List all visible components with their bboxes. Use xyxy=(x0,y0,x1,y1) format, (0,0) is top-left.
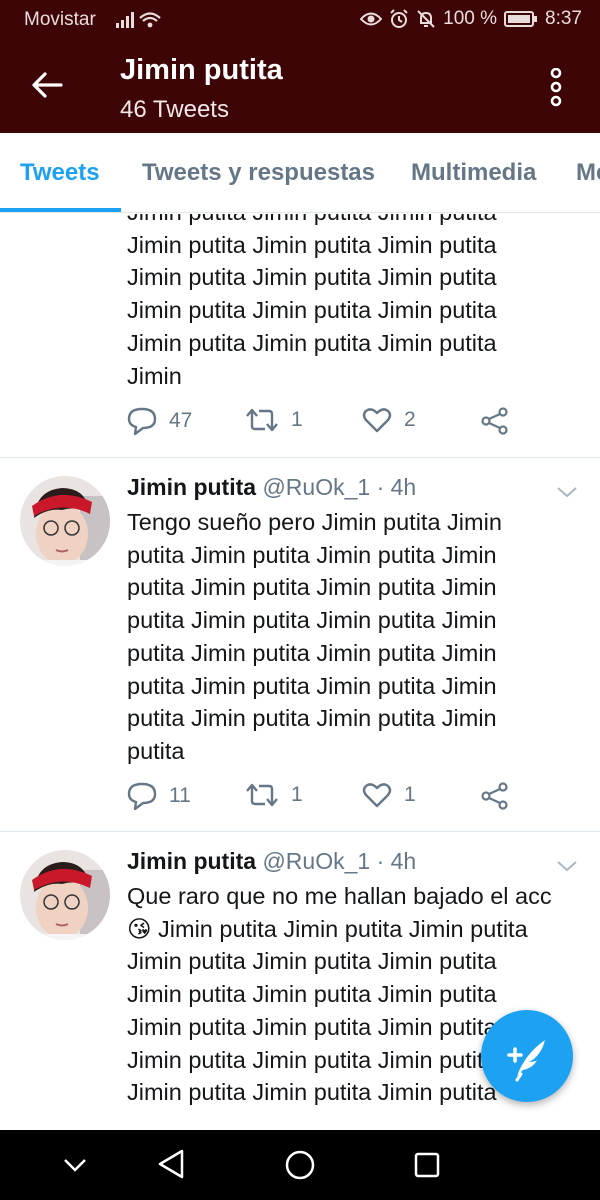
retweet-button[interactable]: 1 xyxy=(245,782,303,808)
author-name[interactable]: Jimin putita xyxy=(127,848,256,874)
share-button[interactable] xyxy=(481,782,509,810)
avatar-photo xyxy=(20,850,110,940)
retweet-icon xyxy=(246,783,278,807)
status-bar: Movistar 100 % 8:37 xyxy=(0,0,600,40)
kebab-icon[interactable] xyxy=(548,68,564,108)
arrow-left-icon[interactable] xyxy=(30,68,64,102)
reply-icon xyxy=(127,407,157,435)
system-nav-bar xyxy=(0,1130,600,1200)
author-name[interactable]: Jimin putita xyxy=(127,474,256,500)
tweet-actions: 47 1 2 xyxy=(127,407,527,437)
share-button[interactable] xyxy=(481,407,509,435)
eye-icon xyxy=(360,12,383,26)
like-button[interactable]: 1 xyxy=(362,782,416,808)
clock: 8:37 xyxy=(545,8,582,29)
chevron-down-icon[interactable] xyxy=(555,854,579,878)
tweet[interactable]: Jimin putita @RuOk_1 · 4h Tengo sueño pe… xyxy=(0,458,600,832)
reply-button[interactable]: 11 xyxy=(127,782,191,810)
avatar[interactable] xyxy=(20,850,110,940)
like-count: 1 xyxy=(404,783,416,806)
author-handle: @RuOk_1 · 4h xyxy=(262,848,417,874)
alarm-icon xyxy=(390,9,408,28)
retweet-button[interactable]: 1 xyxy=(245,407,303,433)
signal-wifi-icon xyxy=(116,12,161,28)
compose-tweet-button[interactable] xyxy=(481,1010,573,1102)
retweet-count: 1 xyxy=(291,783,303,806)
like-button[interactable]: 2 xyxy=(362,407,416,433)
nav-home-icon[interactable] xyxy=(284,1149,316,1181)
profile-header: Jimin putita 46 Tweets xyxy=(0,40,600,133)
active-tab-indicator xyxy=(0,208,121,212)
avatar[interactable] xyxy=(20,476,110,566)
reply-icon xyxy=(127,782,157,810)
share-icon xyxy=(481,782,508,810)
tab-likes[interactable]: Me xyxy=(576,159,600,187)
nav-back-icon[interactable] xyxy=(156,1148,186,1180)
nav-recents-icon[interactable] xyxy=(413,1151,441,1179)
profile-tabs: Tweets Tweets y respuestas Multimedia Me xyxy=(0,133,600,213)
tweet-header: Jimin putita @RuOk_1 · 4h xyxy=(127,474,416,501)
tweet-text: Jimin putita Jimin putita Jimin putita J… xyxy=(127,214,497,389)
retweet-icon xyxy=(246,408,278,432)
tweet-text: Tengo sueño pero Jimin putita Jimin puti… xyxy=(127,509,502,764)
tab-tweets[interactable]: Tweets xyxy=(20,159,100,187)
reply-count: 47 xyxy=(169,409,193,432)
carrier-label: Movistar xyxy=(24,9,96,30)
reply-button[interactable]: 47 xyxy=(127,407,192,435)
like-count: 2 xyxy=(404,408,416,431)
battery-icon xyxy=(504,11,538,27)
page-title: Jimin putita xyxy=(120,54,283,86)
tab-tweets-replies[interactable]: Tweets y respuestas xyxy=(142,159,375,187)
battery-percent: 100 % xyxy=(443,8,498,29)
top-bar: Movistar 100 % 8:37 Jimin putita 46 Twee… xyxy=(0,0,600,133)
timeline[interactable]: Jimin putita Jimin putita Jimin putita J… xyxy=(0,214,600,1130)
nav-hide-icon[interactable] xyxy=(62,1152,88,1178)
author-handle: @RuOk_1 · 4h xyxy=(262,474,417,500)
tweet-header: Jimin putita @RuOk_1 · 4h xyxy=(127,848,416,875)
share-icon xyxy=(481,407,508,435)
heart-icon xyxy=(362,408,392,433)
reply-count: 11 xyxy=(169,784,191,807)
tweet-actions: 11 1 1 xyxy=(127,782,527,812)
tweet[interactable]: Jimin putita Jimin putita Jimin putita J… xyxy=(0,214,600,458)
tweet-count: 46 Tweets xyxy=(120,96,229,123)
tab-media[interactable]: Multimedia xyxy=(411,159,536,187)
heart-icon xyxy=(362,783,392,808)
retweet-count: 1 xyxy=(291,408,303,431)
compose-tweet-icon xyxy=(507,1040,545,1082)
mute-bell-icon xyxy=(417,10,435,28)
chevron-down-icon[interactable] xyxy=(555,480,579,504)
avatar-photo xyxy=(20,476,110,566)
